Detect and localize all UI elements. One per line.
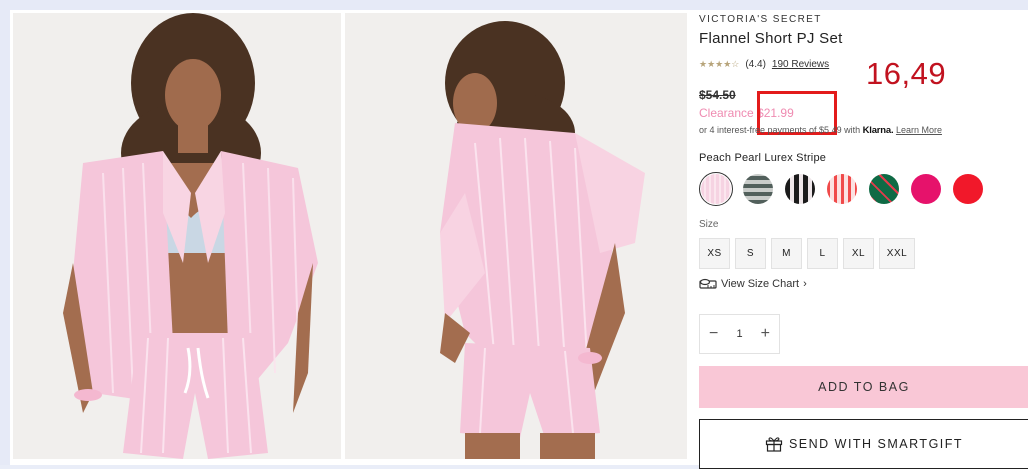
page: VICTORIA'S SECRET Flannel Short PJ Set ★… bbox=[0, 0, 1028, 469]
swatch-gray-plaid[interactable] bbox=[741, 172, 775, 206]
size-m-button[interactable]: M bbox=[771, 238, 802, 269]
reviews-link[interactable]: 190 Reviews bbox=[772, 59, 829, 70]
swatch-black-stripe-chip bbox=[785, 174, 815, 204]
learn-more-link[interactable]: Learn More bbox=[896, 125, 942, 135]
swatch-gray-plaid-chip bbox=[743, 174, 773, 204]
size-label: Size bbox=[699, 219, 719, 230]
size-xxl-button[interactable]: XXL bbox=[879, 238, 915, 269]
swatch-green-plaid[interactable] bbox=[867, 172, 901, 206]
size-chart-label: View Size Chart bbox=[721, 278, 800, 290]
smartgift-label: SEND WITH SMARTGIFT bbox=[788, 437, 964, 451]
size-options: XS S M L XL XXL bbox=[699, 238, 915, 269]
rating-row: ★★★★☆ (4.4) 190 Reviews bbox=[699, 59, 829, 70]
product-title: Flannel Short PJ Set bbox=[699, 30, 843, 47]
size-chart-link[interactable]: View Size Chart › bbox=[699, 278, 807, 290]
swatch-pink-stripe-chip bbox=[701, 174, 731, 204]
color-swatches bbox=[699, 172, 985, 206]
swatch-red-chip bbox=[953, 174, 983, 204]
swatch-red-plaid-chip bbox=[827, 174, 857, 204]
swatch-magenta-dot[interactable] bbox=[909, 172, 943, 206]
swatch-pink-stripe[interactable] bbox=[699, 172, 733, 206]
add-to-bag-button[interactable]: ADD TO BAG bbox=[699, 366, 1028, 408]
swatch-green-plaid-chip bbox=[869, 174, 899, 204]
brand-name: VICTORIA'S SECRET bbox=[699, 14, 822, 25]
klarna-logo: Klarna. bbox=[862, 125, 894, 136]
quantity-stepper: − 1 + bbox=[699, 314, 780, 354]
gift-icon bbox=[765, 437, 783, 452]
quantity-decrease-button[interactable]: − bbox=[709, 325, 718, 343]
annotation-value: 16,49 bbox=[866, 56, 947, 91]
product-image-back-graphic bbox=[345, 13, 687, 459]
size-xl-button[interactable]: XL bbox=[843, 238, 874, 269]
swatch-red[interactable] bbox=[951, 172, 985, 206]
product-image-front[interactable] bbox=[13, 13, 341, 459]
klarna-text: or 4 interest-free payments of $5.49 wit… bbox=[699, 125, 861, 135]
chevron-right-icon: › bbox=[803, 278, 807, 290]
product-image-front-graphic bbox=[13, 13, 341, 459]
ruler-icon bbox=[699, 278, 717, 289]
product-image-back[interactable] bbox=[345, 13, 687, 459]
quantity-increase-button[interactable]: + bbox=[761, 325, 770, 343]
size-s-button[interactable]: S bbox=[735, 238, 766, 269]
rating-value: (4.4) bbox=[745, 59, 766, 70]
quantity-value[interactable]: 1 bbox=[736, 328, 742, 340]
swatch-red-plaid[interactable] bbox=[825, 172, 859, 206]
swatch-black-stripe[interactable] bbox=[783, 172, 817, 206]
frame-top bbox=[0, 0, 1028, 10]
rating-stars-icon: ★★★★☆ bbox=[699, 59, 740, 69]
original-price: $54.50 bbox=[699, 88, 736, 102]
send-smartgift-button[interactable]: SEND WITH SMARTGIFT bbox=[699, 419, 1028, 469]
frame-left bbox=[0, 0, 10, 465]
size-l-button[interactable]: L bbox=[807, 238, 838, 269]
klarna-row: or 4 interest-free payments of $5.49 wit… bbox=[699, 125, 942, 136]
swatch-magenta-dot-chip bbox=[911, 174, 941, 204]
size-xs-button[interactable]: XS bbox=[699, 238, 730, 269]
selected-color-name: Peach Pearl Lurex Stripe bbox=[699, 152, 827, 164]
clearance-label: Clearance bbox=[699, 106, 754, 120]
